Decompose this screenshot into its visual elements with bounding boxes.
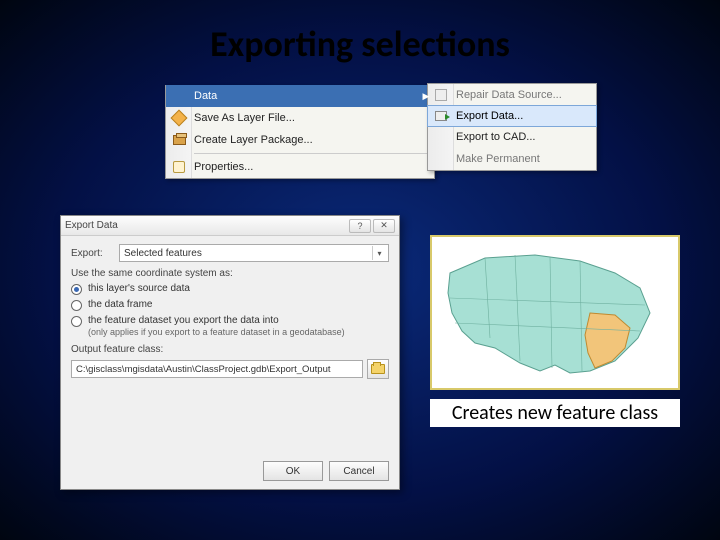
radio-data-frame[interactable]: the data frame [71, 299, 389, 311]
repair-icon [428, 84, 454, 106]
output-path-text: C:\gisclass\mgisdata\Austin\ClassProject… [76, 364, 331, 375]
output-label: Output feature class: [71, 344, 389, 355]
diamond-icon [166, 107, 192, 129]
radio-label: the data frame [88, 299, 152, 311]
folder-icon [371, 364, 385, 374]
submenu-item-export-data[interactable]: Export Data... [427, 105, 597, 127]
close-button[interactable]: ✕ [373, 219, 395, 233]
submenu-item-label: Repair Data Source... [454, 89, 596, 101]
us-map [430, 235, 680, 390]
output-path-input[interactable]: C:\gisclass\mgisdata\Austin\ClassProject… [71, 360, 363, 378]
radio-layer-source[interactable]: this layer's source data [71, 283, 389, 295]
submenu-item-export-cad[interactable]: Export to CAD... [428, 126, 596, 148]
radio-feature-dataset[interactable]: the feature dataset you export the data … [71, 315, 389, 338]
menu-item-properties[interactable]: Properties... [166, 156, 434, 178]
radio-label: the feature dataset you export the data … [88, 315, 279, 326]
radio-icon [71, 300, 82, 311]
radio-sublabel: (only applies if you export to a feature… [88, 327, 345, 337]
coord-system-title: Use the same coordinate system as: [71, 268, 389, 279]
radio-icon [71, 316, 82, 327]
dialog-titlebar: Export Data ? ✕ [61, 216, 399, 236]
submenu-item-label: Export Data... [454, 110, 596, 122]
us-map-svg [440, 243, 670, 383]
radio-icon [71, 284, 82, 295]
us-outline [448, 255, 650, 373]
blank-icon [166, 85, 192, 107]
export-icon [428, 105, 454, 127]
submenu-item-label: Export to CAD... [454, 131, 596, 143]
export-dropdown[interactable]: Selected features ▾ [119, 244, 389, 262]
menu-separator [194, 153, 430, 154]
package-icon [166, 129, 192, 151]
submenu-item-make-permanent[interactable]: Make Permanent [428, 148, 596, 170]
menu-item-label: Save As Layer File... [192, 112, 434, 124]
data-submenu: Repair Data Source... Export Data... Exp… [427, 83, 597, 171]
menu-item-label: Data [192, 90, 418, 102]
browse-button[interactable] [367, 359, 389, 379]
submenu-item-repair[interactable]: Repair Data Source... [428, 84, 596, 106]
menu-item-data[interactable]: Data ▶ [166, 85, 434, 107]
submenu-item-label: Make Permanent [454, 153, 596, 165]
radio-label: this layer's source data [88, 283, 190, 295]
export-data-dialog: Export Data ? ✕ Export: Selected feature… [60, 215, 400, 490]
menu-item-label: Properties... [192, 161, 434, 173]
caption: Creates new feature class [430, 399, 680, 427]
blank-icon [428, 148, 454, 170]
menu-item-create-package[interactable]: Create Layer Package... [166, 129, 434, 151]
chevron-down-icon: ▾ [372, 246, 386, 260]
cancel-button[interactable]: Cancel [329, 461, 389, 481]
export-label: Export: [71, 248, 119, 259]
context-menu: Data ▶ Save As Layer File... Create Laye… [165, 85, 435, 179]
slide-title: Exporting selections [0, 22, 720, 66]
menu-item-save-layer[interactable]: Save As Layer File... [166, 107, 434, 129]
blank-icon [428, 126, 454, 148]
ok-button[interactable]: OK [263, 461, 323, 481]
help-button[interactable]: ? [349, 219, 371, 233]
menu-item-label: Create Layer Package... [192, 134, 434, 146]
export-value: Selected features [124, 248, 202, 259]
hand-icon [166, 156, 192, 178]
dialog-title: Export Data [65, 220, 347, 231]
